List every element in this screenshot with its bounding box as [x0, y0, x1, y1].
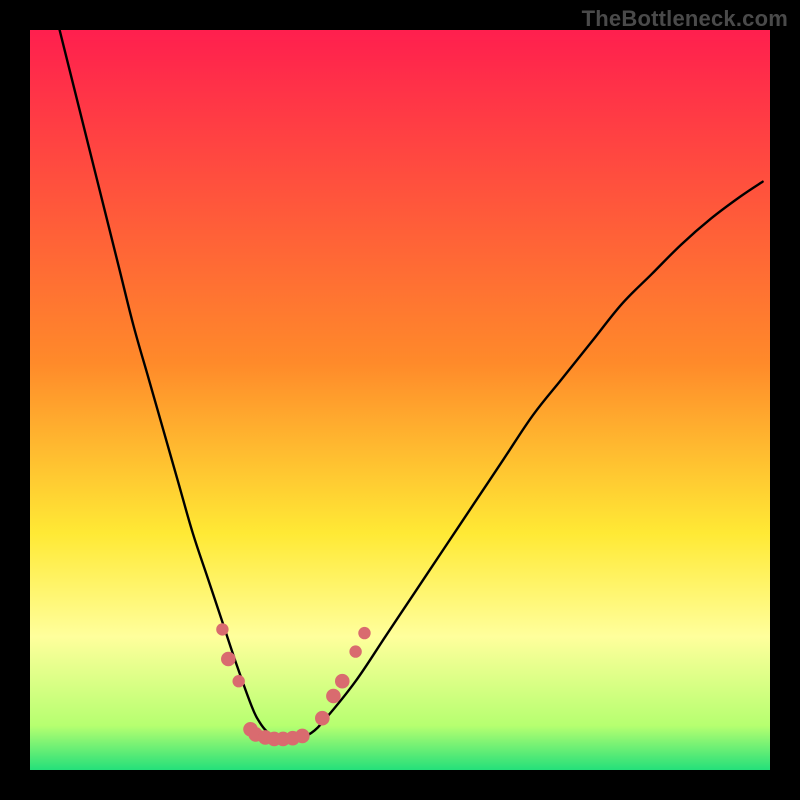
data-marker [349, 645, 361, 657]
bottleneck-curve [60, 30, 763, 739]
data-marker [358, 627, 370, 639]
data-marker [335, 674, 350, 689]
watermark-text: TheBottleneck.com [582, 6, 788, 32]
curve-svg [30, 30, 770, 770]
plot-area [30, 30, 770, 770]
chart-frame: TheBottleneck.com [0, 0, 800, 800]
data-marker [232, 675, 244, 687]
data-marker [216, 623, 228, 635]
data-marker [295, 729, 310, 744]
data-marker [315, 711, 330, 726]
data-marker [221, 652, 236, 667]
data-marker [326, 689, 341, 704]
